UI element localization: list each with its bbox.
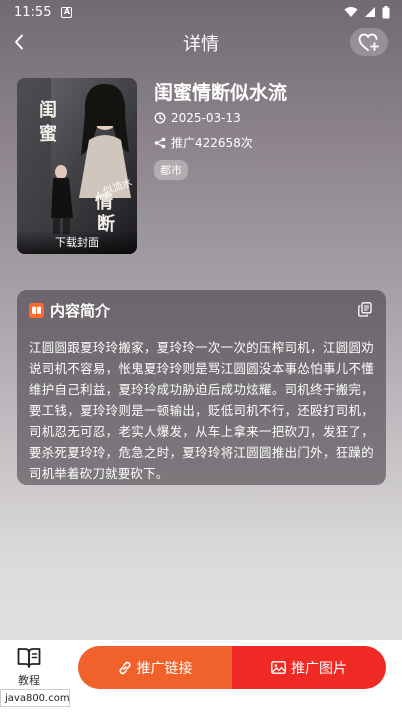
intro-card: 内容简介 江圆圆跟夏玲玲搬家，夏玲玲一次一次的压榨司机，江圆圆劝说司机不容易，怅… bbox=[17, 290, 386, 485]
heart-plus-icon bbox=[358, 33, 379, 51]
copy-icon bbox=[358, 301, 372, 317]
genre-tag: 都市 bbox=[154, 160, 188, 180]
page-title: 详情 bbox=[183, 34, 219, 55]
promo-count-text: 推广422658次 bbox=[171, 136, 253, 150]
book-icon bbox=[29, 302, 44, 318]
a-square-icon: A bbox=[61, 6, 73, 18]
drama-title: 闺蜜情断似水流 bbox=[154, 82, 288, 104]
intro-title: 内容简介 bbox=[50, 301, 111, 320]
intro-text: 江圆圆跟夏玲玲搬家，夏玲玲一次一次的压榨司机，江圆圆劝说司机不容易，怅鬼夏玲玲则… bbox=[29, 340, 374, 481]
cover-char-1: 闺 bbox=[39, 99, 57, 121]
back-button[interactable] bbox=[8, 30, 30, 54]
release-date-text: 2025-03-13 bbox=[171, 111, 241, 125]
chevron-left-icon bbox=[15, 34, 23, 50]
cover-char-2: 蜜 bbox=[39, 123, 57, 145]
status-bar: 11:55 A bbox=[0, 0, 402, 24]
nav-bar: 详情 bbox=[0, 24, 402, 62]
copy-button[interactable] bbox=[356, 299, 374, 319]
cover-char-4: 情 bbox=[95, 192, 113, 213]
share-icon bbox=[154, 137, 166, 148]
cover-image[interactable]: 闺 蜜 似流水 情 断 下载封面 bbox=[17, 78, 137, 254]
favorite-button[interactable] bbox=[350, 28, 388, 56]
download-cover-button[interactable]: 下载封面 bbox=[17, 230, 137, 254]
open-book-icon bbox=[17, 648, 41, 668]
promo-link-label: 推广链接 bbox=[136, 660, 193, 677]
tutorial-button[interactable]: 教程 bbox=[10, 647, 48, 693]
release-date: 2025-03-13 bbox=[154, 111, 241, 125]
tutorial-label: 教程 bbox=[18, 674, 40, 687]
action-button-group: 推广链接 推广图片 bbox=[78, 646, 386, 689]
promo-count: 推广422658次 bbox=[154, 134, 253, 151]
signal-icon bbox=[365, 7, 375, 17]
wifi-icon bbox=[344, 7, 358, 17]
promo-image-label: 推广图片 bbox=[291, 660, 347, 677]
clock-icon bbox=[154, 112, 166, 124]
link-icon bbox=[118, 661, 131, 674]
promo-link-button[interactable]: 推广链接 bbox=[78, 646, 232, 689]
status-time: 11:55 bbox=[14, 4, 52, 20]
cover-artwork: 闺 蜜 似流水 情 断 bbox=[17, 78, 137, 254]
intro-header: 内容简介 bbox=[29, 300, 374, 320]
image-icon bbox=[271, 661, 286, 674]
battery-icon bbox=[382, 5, 390, 18]
promo-image-button[interactable]: 推广图片 bbox=[232, 646, 386, 689]
watermark: java800.com bbox=[0, 689, 70, 707]
